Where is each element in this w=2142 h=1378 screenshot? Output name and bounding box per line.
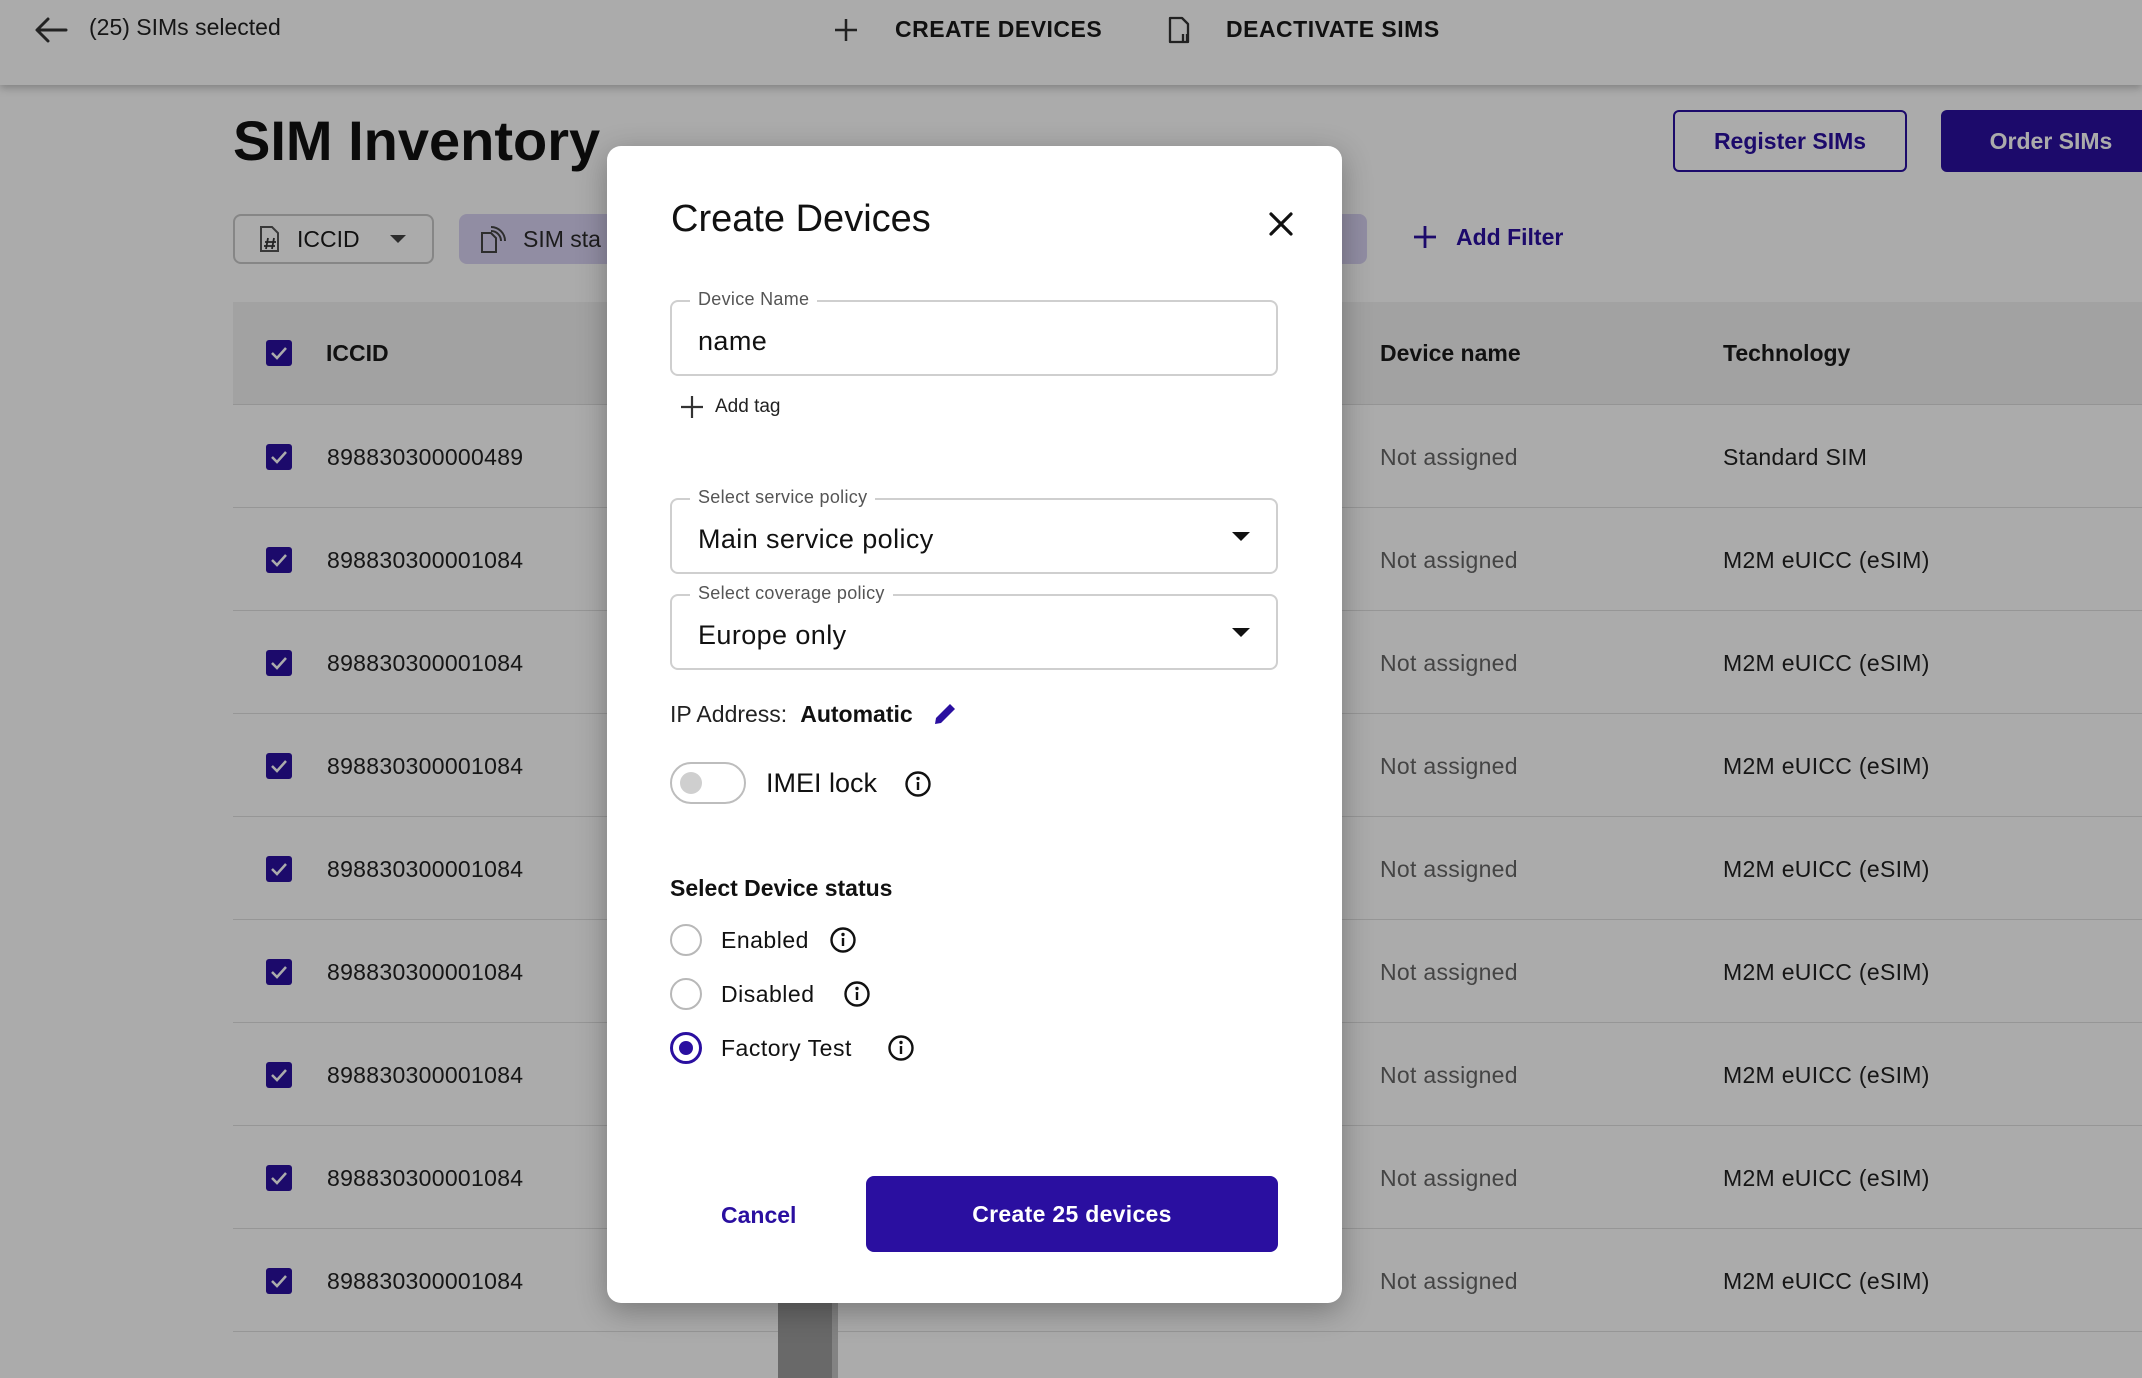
coverage-policy-value: Europe only — [698, 620, 847, 650]
ip-address-row: IP Address: Automatic — [670, 700, 959, 728]
add-tag-label: Add tag — [715, 396, 781, 417]
info-icon[interactable] — [843, 980, 871, 1008]
chevron-down-icon — [1232, 628, 1250, 637]
status-factory-test-label: Factory Test — [721, 1035, 852, 1061]
status-disabled-label: Disabled — [721, 981, 815, 1007]
imei-lock-toggle[interactable] — [670, 762, 746, 804]
ip-address-label: IP Address: — [670, 700, 788, 727]
toggle-knob — [680, 772, 702, 794]
info-icon[interactable] — [887, 1034, 915, 1062]
dialog-title: Create Devices — [671, 198, 931, 240]
coverage-policy-label: Select coverage policy — [690, 583, 893, 604]
cancel-button[interactable]: Cancel — [721, 1202, 796, 1229]
device-name-value: name — [698, 326, 768, 356]
device-name-label: Device Name — [690, 289, 818, 310]
create-devices-dialog: Create Devices Device Name name Add tag … — [607, 146, 1342, 1303]
service-policy-label: Select service policy — [690, 487, 876, 508]
info-icon[interactable] — [904, 770, 932, 798]
imei-lock-label: IMEI lock — [766, 768, 878, 798]
add-tag-button[interactable]: Add tag — [679, 394, 781, 420]
coverage-policy-select[interactable]: Select coverage policy Europe only — [670, 583, 1278, 670]
pencil-icon[interactable] — [931, 700, 959, 728]
device-status-heading: Select Device status — [670, 875, 893, 901]
status-factory-test-radio[interactable] — [670, 1032, 702, 1064]
status-disabled-radio[interactable] — [670, 978, 702, 1010]
ip-address-value: Automatic — [800, 700, 913, 727]
create-devices-button[interactable]: Create 25 devices — [866, 1176, 1278, 1252]
plus-icon — [681, 396, 703, 418]
status-enabled-label: Enabled — [721, 927, 809, 953]
info-icon[interactable] — [829, 926, 857, 954]
close-icon[interactable] — [1263, 206, 1299, 242]
device-name-field[interactable]: Device Name name — [670, 289, 1278, 376]
service-policy-value: Main service policy — [698, 524, 934, 554]
service-policy-select[interactable]: Select service policy Main service polic… — [670, 487, 1278, 574]
status-enabled-radio[interactable] — [670, 924, 702, 956]
chevron-down-icon — [1232, 532, 1250, 541]
